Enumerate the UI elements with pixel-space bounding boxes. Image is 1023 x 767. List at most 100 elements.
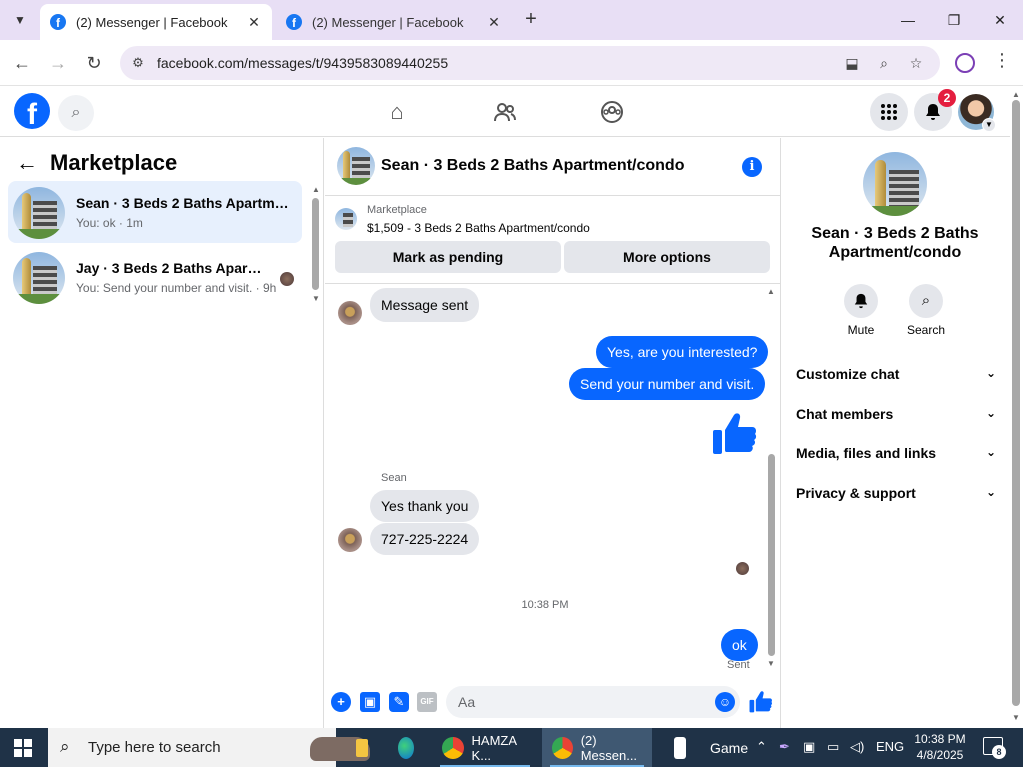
chevron-down-icon[interactable]: ▼: [982, 118, 996, 132]
marketplace-chat-list: ← Marketplace Sean · 3 Beds 2 Baths Apar…: [0, 138, 324, 728]
tab-messenger-inactive[interactable]: f (2) Messenger | Facebook ✕: [276, 4, 512, 40]
notification-badge: 2: [938, 89, 956, 107]
chat-title[interactable]: Sean · 3 Beds 2 Baths Apartment/condo: [381, 157, 684, 175]
mark-as-pending-button[interactable]: Mark as pending: [335, 241, 561, 273]
message-input[interactable]: Aa ☺: [446, 686, 740, 718]
file-explorer-icon[interactable]: [346, 728, 376, 767]
search-button[interactable]: ⌕ Search: [896, 284, 956, 337]
mute-label: Mute: [847, 323, 875, 337]
taskbar-app-chrome-messenger[interactable]: (2) Messen...: [542, 728, 652, 767]
kebab-menu-icon[interactable]: ⋮: [993, 50, 1011, 71]
listing-thumbnail[interactable]: [337, 147, 375, 185]
taskbar-search[interactable]: ⌕ Type here to search: [48, 728, 370, 767]
taskbar-app-game[interactable]: Game: [664, 728, 754, 767]
network-icon[interactable]: ▭: [827, 739, 839, 755]
minimize-icon: —: [901, 12, 915, 28]
search-label: Search: [906, 323, 946, 337]
chat-members-section[interactable]: Chat members ⌄: [796, 406, 996, 428]
tab-search-button[interactable]: ▼: [8, 8, 32, 32]
maximize-button[interactable]: ❐: [931, 6, 977, 34]
star-icon[interactable]: ☆: [906, 53, 926, 73]
friends-icon[interactable]: [490, 97, 520, 127]
media-files-links-section[interactable]: Media, files and links ⌄: [796, 445, 996, 467]
scrollbar[interactable]: [768, 454, 775, 656]
listing-title: $1,509 - 3 Beds 2 Baths Apartment/condo: [367, 221, 590, 235]
section-label: Chat members: [796, 406, 894, 422]
close-window-button[interactable]: ✕: [977, 6, 1023, 34]
scroll-down-icon[interactable]: ▼: [312, 294, 320, 303]
scroll-down-icon[interactable]: ▼: [1012, 713, 1020, 722]
section-label: Privacy & support: [796, 485, 916, 501]
taskbar-app-label: Game: [710, 739, 749, 756]
minimize-button[interactable]: —: [885, 6, 931, 34]
privacy-support-section[interactable]: Privacy & support ⌄: [796, 485, 996, 507]
groups-icon[interactable]: [597, 97, 627, 127]
section-label: Customize chat: [796, 366, 900, 382]
facebook-favicon-icon: f: [286, 14, 302, 30]
sticker-icon[interactable]: ✎: [389, 692, 409, 712]
close-icon: ✕: [994, 12, 1006, 28]
listing-thumbnail: [863, 152, 927, 216]
photo-icon[interactable]: ▣: [360, 692, 380, 712]
volume-icon[interactable]: ◁): [850, 739, 864, 755]
scroll-down-icon[interactable]: ▼: [767, 659, 775, 668]
install-app-icon[interactable]: ⬓: [842, 53, 862, 73]
site-info-icon[interactable]: ⚙: [128, 53, 148, 73]
scroll-up-icon[interactable]: ▲: [312, 185, 320, 194]
mute-button[interactable]: Mute: [831, 284, 891, 337]
chrome-icon: [552, 736, 573, 759]
forward-button[interactable]: →: [45, 50, 71, 76]
taskbar-app-label: HAMZA K...: [471, 732, 517, 763]
clock[interactable]: 10:38 PM 4/8/2025: [912, 731, 968, 763]
reload-icon: ↻: [86, 53, 102, 73]
more-options-button[interactable]: More options: [564, 241, 770, 273]
close-icon[interactable]: ✕: [246, 14, 262, 31]
gif-icon[interactable]: GIF: [417, 692, 437, 712]
scroll-up-icon[interactable]: ▲: [767, 287, 775, 296]
customize-chat-section[interactable]: Customize chat ⌄: [796, 366, 996, 388]
conversation-name: Jay · 3 Beds 2 Baths Apartme...: [76, 260, 266, 276]
close-icon[interactable]: ✕: [486, 14, 502, 31]
meet-now-icon[interactable]: ▣: [803, 739, 815, 755]
browser-toolbar: ← → ↻ ⚙ facebook.com/messages/t/94395830…: [0, 40, 1023, 86]
plus-icon[interactable]: +: [331, 692, 351, 712]
apps-grid-icon[interactable]: [870, 93, 908, 131]
edge-icon[interactable]: [388, 728, 422, 767]
language-indicator[interactable]: ENG: [876, 739, 904, 754]
profile-icon[interactable]: [955, 53, 975, 73]
info-icon[interactable]: i: [742, 157, 762, 177]
tab-messenger-active[interactable]: f (2) Messenger | Facebook ✕: [40, 4, 272, 40]
seen-avatar: [280, 272, 294, 286]
arrow-left-icon[interactable]: ←: [16, 150, 38, 176]
scroll-up-icon[interactable]: ▲: [1012, 90, 1020, 99]
like-button[interactable]: [749, 690, 773, 714]
taskbar-app-label: (2) Messen...: [580, 732, 638, 763]
avatar: [338, 301, 362, 325]
address-bar[interactable]: ⚙ facebook.com/messages/t/94395830894402…: [120, 46, 940, 80]
emoji-icon[interactable]: ☺: [715, 692, 735, 712]
page-scrollbar[interactable]: [1012, 100, 1020, 706]
pen-icon[interactable]: ✒: [779, 739, 790, 755]
list-item[interactable]: Jay · 3 Beds 2 Baths Apartme... You: Sen…: [8, 246, 302, 308]
chevron-up-icon[interactable]: ⌃: [756, 739, 767, 755]
chevron-down-icon: ⌄: [985, 366, 996, 380]
home-icon[interactable]: ⌂: [382, 97, 412, 127]
taskbar-app-chrome-hamza[interactable]: HAMZA K...: [432, 728, 538, 767]
facebook-logo[interactable]: f: [14, 93, 50, 129]
plus-icon: +: [525, 8, 537, 30]
search-icon[interactable]: ⌕: [58, 95, 94, 131]
sender-name: Sean: [381, 472, 407, 484]
listing-category: Marketplace: [367, 204, 427, 216]
url-text[interactable]: facebook.com/messages/t/9439583089440255: [157, 55, 448, 71]
message-bubble-incoming: Message sent: [370, 288, 480, 322]
back-button[interactable]: ←: [9, 50, 35, 76]
nba-icon: [674, 736, 686, 759]
chevron-down-icon: ⌄: [985, 445, 996, 459]
scrollbar[interactable]: [312, 198, 319, 290]
list-item[interactable]: Sean · 3 Beds 2 Baths Apartmen... You: o…: [8, 181, 302, 243]
reload-button[interactable]: ↻: [81, 50, 107, 76]
message-bubble-outgoing: Yes, are you interested?: [596, 336, 769, 368]
zoom-icon[interactable]: ⌕: [874, 53, 894, 73]
windows-start-icon[interactable]: [14, 739, 32, 757]
new-tab-button[interactable]: +: [520, 8, 542, 30]
